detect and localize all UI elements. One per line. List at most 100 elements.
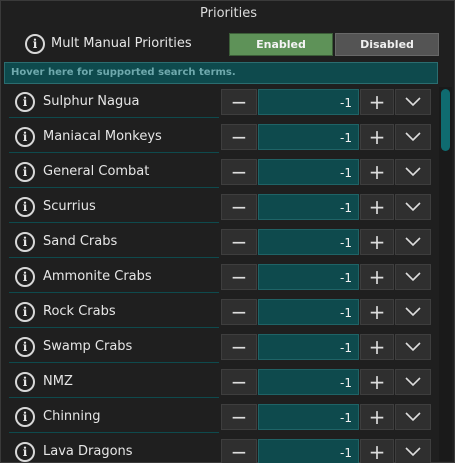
info-icon[interactable]: i bbox=[15, 127, 35, 147]
increment-button[interactable]: + bbox=[360, 124, 394, 150]
minus-icon: − bbox=[230, 370, 248, 394]
chevron-down-icon bbox=[405, 202, 421, 212]
decrement-button[interactable]: − bbox=[221, 264, 257, 290]
info-icon[interactable]: i bbox=[15, 407, 35, 427]
dropdown-button[interactable] bbox=[395, 89, 431, 115]
increment-button[interactable]: + bbox=[360, 159, 394, 185]
vertical-scrollbar[interactable] bbox=[439, 87, 452, 461]
plus-icon: + bbox=[368, 370, 386, 394]
info-icon[interactable]: i bbox=[15, 442, 35, 462]
info-icon[interactable]: i bbox=[25, 34, 45, 54]
decrement-button[interactable]: − bbox=[221, 159, 257, 185]
info-icon[interactable]: i bbox=[15, 197, 35, 217]
minus-icon: − bbox=[230, 160, 248, 184]
plus-icon: + bbox=[368, 300, 386, 324]
increment-button[interactable]: + bbox=[360, 89, 394, 115]
chevron-down-icon bbox=[405, 237, 421, 247]
increment-button[interactable]: + bbox=[360, 404, 394, 430]
priority-value-field[interactable]: -1 bbox=[258, 124, 359, 150]
priority-value-field[interactable]: -1 bbox=[258, 89, 359, 115]
minus-icon: − bbox=[230, 125, 248, 149]
decrement-button[interactable]: − bbox=[221, 299, 257, 325]
chevron-down-icon bbox=[405, 412, 421, 422]
dropdown-button[interactable] bbox=[395, 369, 431, 395]
plus-icon: + bbox=[368, 230, 386, 254]
list-item: i Ammonite Crabs − -1 + bbox=[1, 262, 437, 297]
decrement-button[interactable]: − bbox=[221, 404, 257, 430]
plus-icon: + bbox=[368, 125, 386, 149]
decrement-button[interactable]: − bbox=[221, 194, 257, 220]
list-item: i Swamp Crabs − -1 + bbox=[1, 332, 437, 367]
plus-icon: + bbox=[368, 335, 386, 359]
panel-title: Priorities bbox=[200, 6, 257, 21]
priority-value: -1 bbox=[340, 236, 352, 250]
priority-value-field[interactable]: -1 bbox=[258, 369, 359, 395]
dropdown-button[interactable] bbox=[395, 299, 431, 325]
info-icon[interactable]: i bbox=[15, 92, 35, 112]
info-icon[interactable]: i bbox=[15, 302, 35, 322]
increment-button[interactable]: + bbox=[360, 194, 394, 220]
decrement-button[interactable]: − bbox=[221, 334, 257, 360]
increment-button[interactable]: + bbox=[360, 334, 394, 360]
priority-value: -1 bbox=[340, 131, 352, 145]
priority-value: -1 bbox=[340, 446, 352, 460]
priority-value-field[interactable]: -1 bbox=[258, 264, 359, 290]
priority-value-field[interactable]: -1 bbox=[258, 334, 359, 360]
chevron-down-icon bbox=[405, 167, 421, 177]
decrement-button[interactable]: − bbox=[221, 229, 257, 255]
plus-icon: + bbox=[368, 160, 386, 184]
priority-value: -1 bbox=[340, 411, 352, 425]
mult-manual-priorities-label: Mult Manual Priorities bbox=[51, 36, 192, 51]
dropdown-button[interactable] bbox=[395, 159, 431, 185]
info-icon[interactable]: i bbox=[15, 162, 35, 182]
list-item: i Scurrius − -1 + bbox=[1, 192, 437, 227]
row-label: Scurrius bbox=[43, 199, 96, 214]
row-underline bbox=[9, 187, 219, 188]
chevron-down-icon bbox=[405, 307, 421, 317]
dropdown-button[interactable] bbox=[395, 439, 431, 463]
info-icon[interactable]: i bbox=[15, 232, 35, 252]
increment-button[interactable]: + bbox=[360, 229, 394, 255]
dropdown-button[interactable] bbox=[395, 264, 431, 290]
priority-value-field[interactable]: -1 bbox=[258, 439, 359, 463]
row-underline bbox=[9, 117, 219, 118]
increment-button[interactable]: + bbox=[360, 369, 394, 395]
minus-icon: − bbox=[230, 265, 248, 289]
dropdown-button[interactable] bbox=[395, 194, 431, 220]
priority-value-field[interactable]: -1 bbox=[258, 194, 359, 220]
row-label: Sand Crabs bbox=[43, 234, 118, 249]
scrollbar-thumb[interactable] bbox=[441, 89, 450, 151]
list-item: i NMZ − -1 + bbox=[1, 367, 437, 402]
dropdown-button[interactable] bbox=[395, 124, 431, 150]
priority-value-field[interactable]: -1 bbox=[258, 299, 359, 325]
minus-icon: − bbox=[230, 230, 248, 254]
chevron-down-icon bbox=[405, 447, 421, 457]
decrement-button[interactable]: − bbox=[221, 369, 257, 395]
decrement-button[interactable]: − bbox=[221, 124, 257, 150]
priority-value-field[interactable]: -1 bbox=[258, 159, 359, 185]
list-item: i Lava Dragons − -1 + bbox=[1, 437, 437, 463]
dropdown-button[interactable] bbox=[395, 404, 431, 430]
increment-button[interactable]: + bbox=[360, 299, 394, 325]
decrement-button[interactable]: − bbox=[221, 439, 257, 463]
list-item: i Chinning − -1 + bbox=[1, 402, 437, 437]
row-underline bbox=[9, 362, 219, 363]
info-icon[interactable]: i bbox=[15, 267, 35, 287]
row-label: Sulphur Nagua bbox=[43, 94, 140, 109]
minus-icon: − bbox=[230, 195, 248, 219]
priority-value-field[interactable]: -1 bbox=[258, 229, 359, 255]
increment-button[interactable]: + bbox=[360, 264, 394, 290]
search-input[interactable]: Hover here for supported search terms. bbox=[4, 62, 438, 84]
decrement-button[interactable]: − bbox=[221, 89, 257, 115]
priority-value: -1 bbox=[340, 271, 352, 285]
row-underline bbox=[9, 432, 219, 433]
disabled-button[interactable]: Disabled bbox=[335, 33, 439, 56]
dropdown-button[interactable] bbox=[395, 229, 431, 255]
enabled-button[interactable]: Enabled bbox=[229, 33, 333, 56]
priority-value-field[interactable]: -1 bbox=[258, 404, 359, 430]
increment-button[interactable]: + bbox=[360, 439, 394, 463]
dropdown-button[interactable] bbox=[395, 334, 431, 360]
info-icon[interactable]: i bbox=[15, 372, 35, 392]
info-icon[interactable]: i bbox=[15, 337, 35, 357]
row-underline bbox=[9, 397, 219, 398]
